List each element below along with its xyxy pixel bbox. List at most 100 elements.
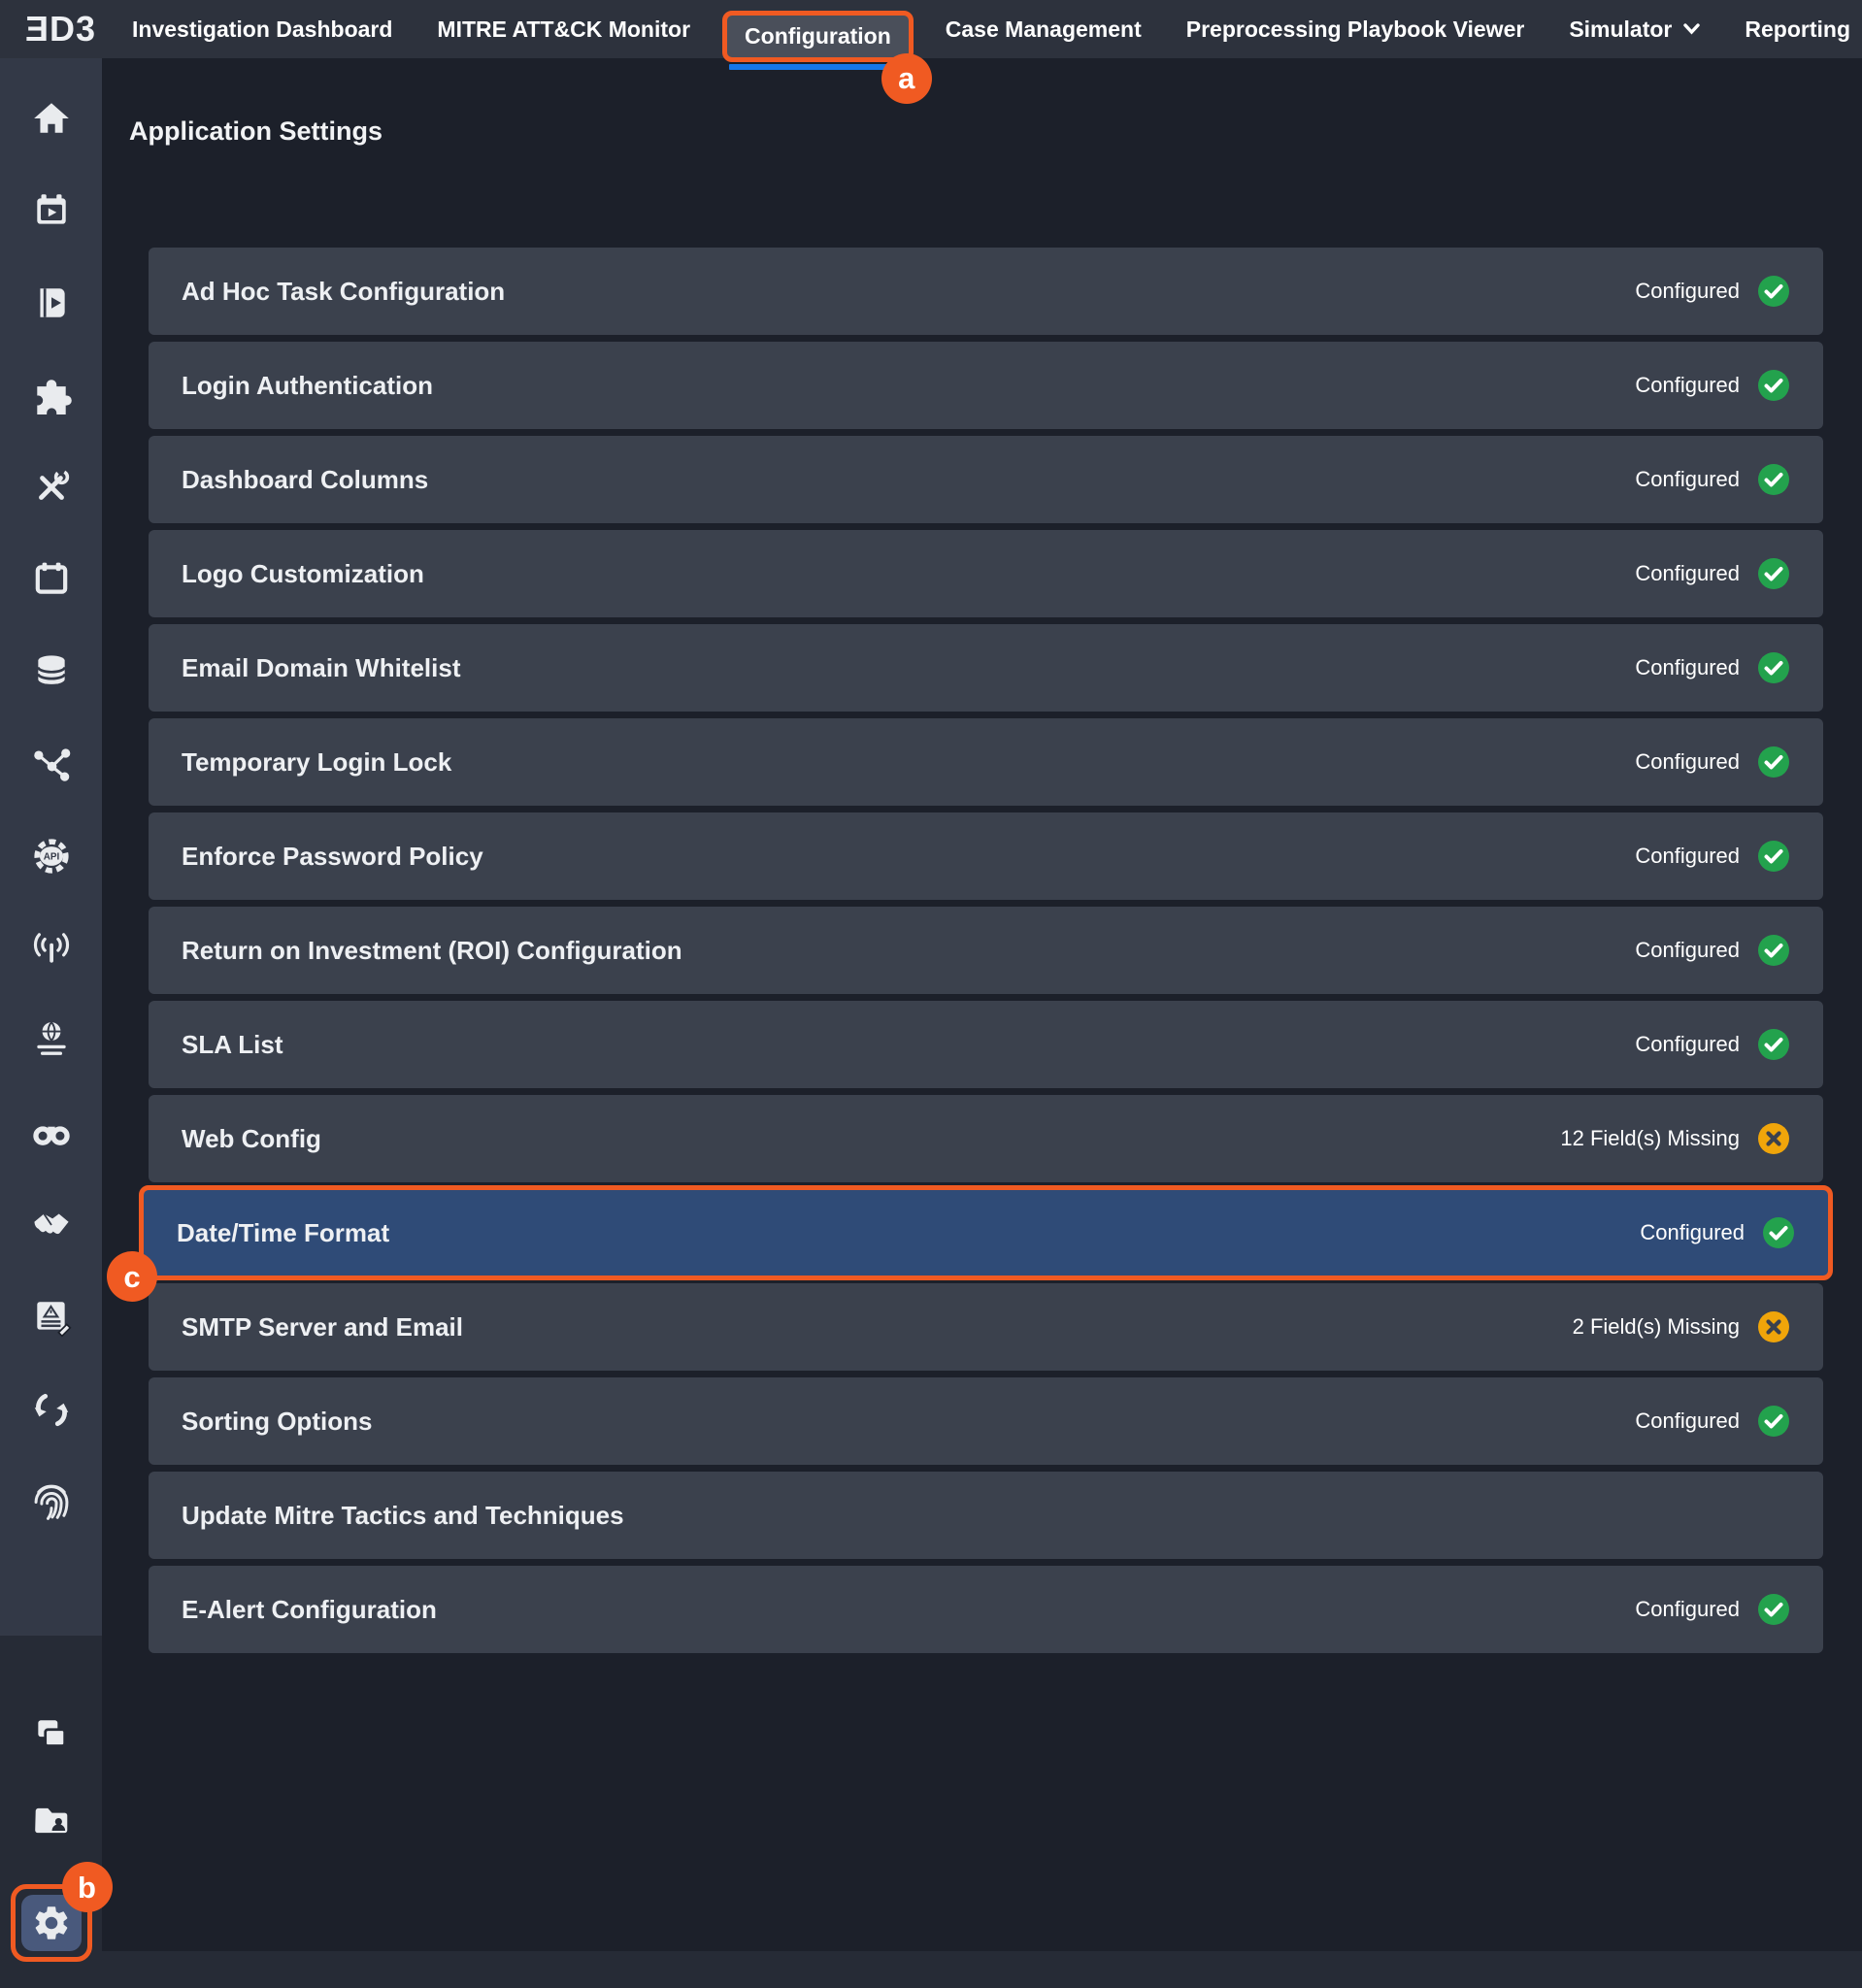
settings-row[interactable]: Enforce Password Policy Configured (149, 812, 1823, 900)
sidebar-bottom-section: b (0, 1636, 102, 1988)
settings-gear-button[interactable]: b (11, 1884, 92, 1962)
settings-row[interactable]: Web Config 12 Field(s) Missing (149, 1095, 1823, 1182)
configured-check-icon (1762, 1216, 1795, 1249)
configured-check-icon (1757, 746, 1790, 779)
settings-row-label: SLA List (182, 1030, 1635, 1060)
home-icon[interactable] (30, 97, 73, 140)
configured-check-icon (1757, 1028, 1790, 1061)
settings-row[interactable]: E-Alert Configuration Configured (149, 1566, 1823, 1653)
settings-row-label: Enforce Password Policy (182, 842, 1635, 872)
annotation-badge-b: b (62, 1862, 113, 1912)
configured-check-icon (1757, 557, 1790, 590)
topnav-items: Investigation Dashboard MITRE ATT&CK Mon… (110, 0, 1862, 58)
settings-row[interactable]: Date/Time Format Configured c (139, 1185, 1833, 1280)
annotation-badge-c: c (107, 1251, 157, 1302)
left-sidebar: API (0, 58, 102, 1988)
settings-row-status: Configured (1635, 749, 1740, 775)
settings-row[interactable]: Update Mitre Tactics and Techniques (149, 1472, 1823, 1559)
chevron-down-icon (1683, 23, 1700, 35)
sidebar-icon-stack: API (0, 58, 102, 1523)
settings-row[interactable]: Sorting Options Configured (149, 1377, 1823, 1465)
settings-row-status: 2 Field(s) Missing (1573, 1314, 1740, 1340)
settings-row[interactable]: Dashboard Columns Configured (149, 436, 1823, 523)
settings-row[interactable]: Email Domain Whitelist Configured (149, 624, 1823, 712)
utilities-tools-icon[interactable] (30, 466, 73, 509)
settings-row-status: 12 Field(s) Missing (1560, 1126, 1740, 1151)
settings-row[interactable]: Ad Hoc Task Configuration Configured (149, 248, 1823, 335)
settings-row-status: Configured (1635, 467, 1740, 492)
topnav-item-configuration[interactable]: Configuration a (713, 0, 923, 58)
fields-missing-x-icon (1757, 1310, 1790, 1343)
page-title: Application Settings (129, 116, 382, 147)
configured-check-icon (1757, 934, 1790, 967)
settings-row-label: Update Mitre Tactics and Techniques (182, 1501, 1790, 1531)
active-tab-underline (729, 64, 893, 70)
database-icon[interactable] (30, 650, 73, 693)
main-content: Application Settings Ad Hoc Task Configu… (102, 58, 1862, 1988)
topnav-item-investigation-dashboard[interactable]: Investigation Dashboard (110, 0, 415, 58)
geolocation-globe-icon[interactable] (30, 1019, 73, 1062)
settings-row-status: Configured (1635, 373, 1740, 398)
settings-row-label: E-Alert Configuration (182, 1595, 1635, 1625)
settings-row-status: Configured (1635, 279, 1740, 304)
settings-row-status: Configured (1635, 1597, 1740, 1622)
copy-icon[interactable] (30, 1713, 73, 1756)
fingerprint-icon[interactable] (30, 1480, 73, 1523)
settings-list: Ad Hoc Task Configuration Configured Log… (149, 248, 1823, 1653)
configured-check-icon (1757, 463, 1790, 496)
topnav-item-mitre-att-ck-monitor[interactable]: MITRE ATT&CK Monitor (415, 0, 713, 58)
annotation-badge: a (881, 53, 932, 104)
sync-icon[interactable] (30, 1388, 73, 1431)
binoculars-icon[interactable] (30, 1111, 73, 1154)
broadcast-icon[interactable] (30, 927, 73, 970)
configured-check-icon (1757, 1405, 1790, 1438)
configured-check-icon (1757, 1593, 1790, 1626)
topnav-item-reporting[interactable]: Reporting (1722, 0, 1862, 58)
top-navigation-bar: ƎD3 Investigation Dashboard MITRE ATT&CK… (0, 0, 1862, 58)
settings-row[interactable]: Return on Investment (ROI) Configuration… (149, 907, 1823, 994)
settings-row-status: Configured (1640, 1220, 1745, 1245)
connections-icon[interactable] (30, 743, 73, 785)
gear-icon (31, 1903, 72, 1943)
settings-row-label: Web Config (182, 1124, 1560, 1154)
settings-row-status: Configured (1635, 561, 1740, 586)
settings-row[interactable]: Login Authentication Configured (149, 342, 1823, 429)
settings-row[interactable]: Temporary Login Lock Configured (149, 718, 1823, 806)
settings-row-label: Return on Investment (ROI) Configuration (182, 936, 1635, 966)
settings-row[interactable]: SMTP Server and Email 2 Field(s) Missing (149, 1283, 1823, 1371)
handshake-icon[interactable] (30, 1204, 73, 1246)
settings-row-label: Ad Hoc Task Configuration (182, 277, 1635, 307)
playbook-library-icon[interactable] (30, 282, 73, 324)
settings-row-label: Date/Time Format (177, 1218, 1640, 1248)
settings-row-label: Sorting Options (182, 1407, 1635, 1437)
settings-row-status: Configured (1635, 1408, 1740, 1434)
bottom-strip (102, 1951, 1862, 1988)
settings-row-label: Email Domain Whitelist (182, 653, 1635, 683)
settings-row[interactable]: SLA List Configured (149, 1001, 1823, 1088)
configured-check-icon (1757, 275, 1790, 308)
settings-row-label: Logo Customization (182, 559, 1635, 589)
configured-check-icon (1757, 651, 1790, 684)
fields-missing-x-icon (1757, 1122, 1790, 1155)
settings-row-label: Login Authentication (182, 371, 1635, 401)
topnav-item-preprocessing-playbook-viewer[interactable]: Preprocessing Playbook Viewer (1164, 0, 1547, 58)
settings-row-status: Configured (1635, 655, 1740, 680)
settings-row-status: Configured (1635, 1032, 1740, 1057)
configured-check-icon (1757, 369, 1790, 402)
api-gear-icon[interactable]: API (30, 835, 73, 878)
user-folder-icon[interactable] (30, 1799, 73, 1841)
settings-row-status: Configured (1635, 844, 1740, 869)
topnav-item-case-management[interactable]: Case Management (923, 0, 1164, 58)
scheduled-playbook-icon[interactable] (30, 189, 73, 232)
settings-row[interactable]: Logo Customization Configured (149, 530, 1823, 617)
settings-row-status: Configured (1635, 938, 1740, 963)
integrations-icon[interactable] (30, 374, 73, 416)
settings-row-label: SMTP Server and Email (182, 1312, 1573, 1342)
calendar-icon[interactable] (30, 558, 73, 601)
svg-text:API: API (43, 852, 59, 863)
incident-report-icon[interactable] (30, 1296, 73, 1339)
configured-check-icon (1757, 840, 1790, 873)
settings-row-label: Dashboard Columns (182, 465, 1635, 495)
topnav-item-simulator[interactable]: Simulator (1546, 0, 1722, 58)
settings-row-label: Temporary Login Lock (182, 747, 1635, 778)
